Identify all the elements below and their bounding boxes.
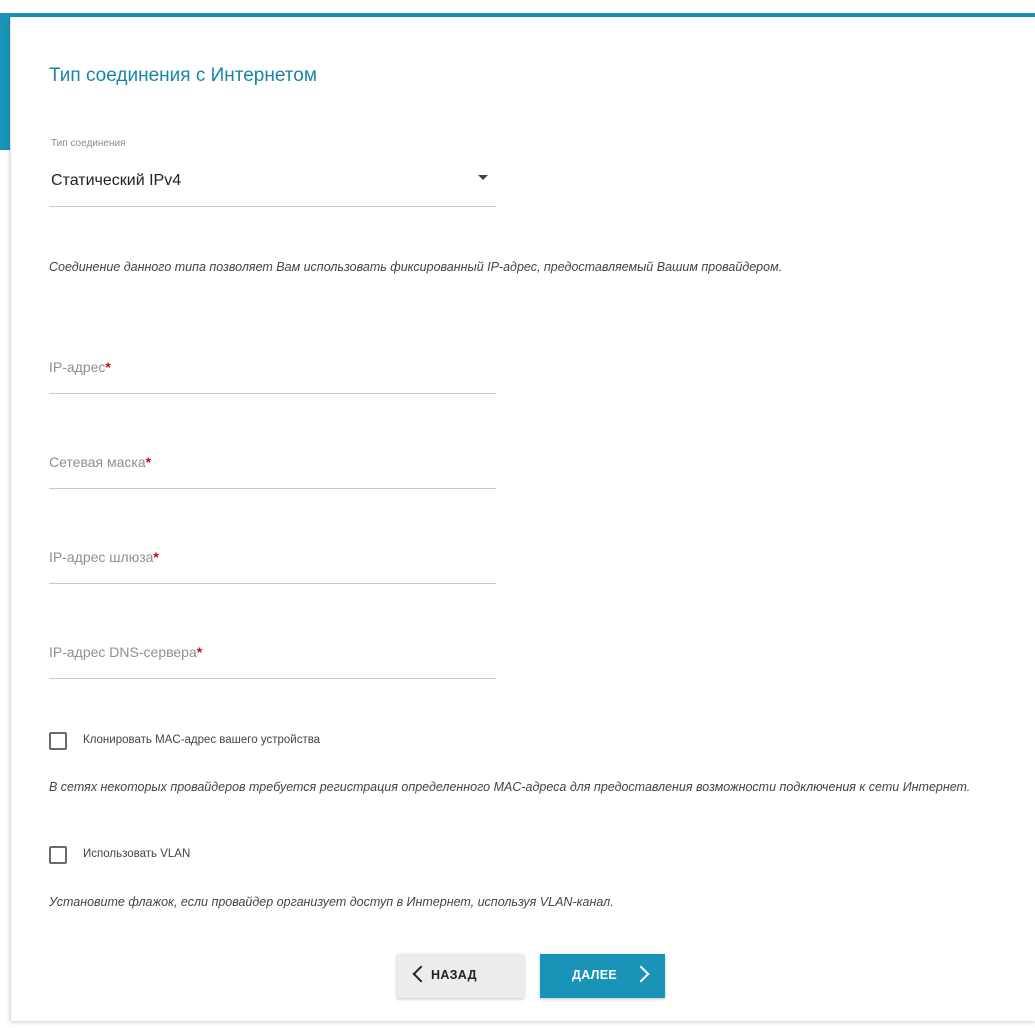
ip-address-input[interactable] — [49, 349, 500, 395]
page-title: Тип соединения с Интернетом — [49, 65, 317, 86]
vlan-description: Установите флажок, если провайдер органи… — [49, 895, 614, 909]
connection-type-value: Статический IPv4 — [51, 172, 182, 189]
vlan-checkbox[interactable] — [49, 846, 67, 864]
page: Тип соединения с Интернетом Тип соединен… — [0, 0, 1035, 1028]
dns-server-field[interactable]: IP-адрес DNS-сервера* — [49, 634, 500, 680]
subnet-mask-input[interactable] — [49, 444, 500, 490]
clone-mac-description: В сетях некоторых провайдеров требуется … — [49, 780, 971, 794]
back-button-label: НАЗАД — [431, 968, 477, 982]
clone-mac-checkbox[interactable] — [49, 732, 67, 750]
vlan-label: Использовать VLAN — [83, 848, 191, 860]
dns-server-input[interactable] — [49, 634, 500, 680]
chevron-right-icon — [632, 965, 650, 983]
gateway-field[interactable]: IP-адрес шлюза* — [49, 539, 500, 585]
wizard-card: Тип соединения с Интернетом Тип соединен… — [10, 17, 1035, 1021]
connection-type-description: Соединение данного типа позволяет Вам ис… — [49, 260, 783, 274]
next-button-label: ДАЛЕЕ — [572, 968, 618, 982]
clone-mac-label: Клонировать MAC-адрес вашего устройства — [83, 734, 321, 746]
connection-type-label: Тип соединения — [51, 138, 126, 149]
back-button[interactable]: НАЗАД — [397, 954, 524, 998]
caret-down-icon — [478, 175, 488, 180]
next-button[interactable]: ДАЛЕЕ — [540, 954, 665, 998]
connection-type-select[interactable]: Тип соединения Статический IPv4 — [49, 138, 496, 207]
gateway-input[interactable] — [49, 539, 500, 585]
subnet-mask-field[interactable]: Сетевая маска* — [49, 444, 500, 490]
chevron-left-icon — [412, 965, 430, 983]
side-accent-bar — [0, 13, 10, 150]
ip-address-field[interactable]: IP-адрес* — [49, 349, 500, 395]
